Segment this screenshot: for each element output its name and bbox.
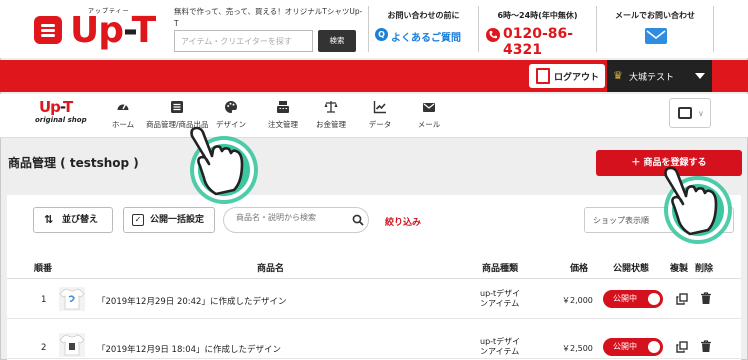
table-header: 順番 商品名 商品種類 価格 公開状態 複製 削除 bbox=[7, 257, 741, 279]
copy-icon[interactable] bbox=[676, 293, 688, 305]
publish-toggle[interactable]: 公開中 bbox=[603, 338, 663, 356]
shop-logo-sub: original shop bbox=[35, 116, 87, 124]
dashboard-icon bbox=[117, 104, 129, 110]
site-search-input[interactable]: アイテム・クリエイターを探す bbox=[174, 30, 313, 52]
nav-home-label: ホーム bbox=[111, 120, 135, 129]
scale-icon bbox=[324, 101, 338, 113]
trash-icon[interactable] bbox=[700, 292, 712, 305]
site-logo[interactable]: アップティー Up-T bbox=[70, 6, 166, 52]
user-menu[interactable]: ♛ 大城テスト bbox=[607, 60, 712, 92]
table-row[interactable]: 2 「2019年12月9日 18:04」に作成したデザイン up-tデザイ ンア… bbox=[7, 321, 741, 359]
tshirt-image bbox=[59, 287, 85, 311]
store-icon bbox=[678, 107, 692, 119]
trash-icon[interactable] bbox=[700, 340, 712, 353]
phone-number: 0120-86-4321 bbox=[503, 26, 574, 58]
product-name[interactable]: 「2019年12月29日 20:42」に作成したデザイン bbox=[97, 295, 286, 307]
site-tagline: 無料で作って、売って、買える！オリジナルTシャツUp-T bbox=[174, 7, 363, 28]
product-price: ￥2,500 bbox=[562, 344, 593, 353]
hamburger-menu-button[interactable] bbox=[34, 16, 62, 44]
row-no: 2 bbox=[41, 343, 47, 353]
phone-icon bbox=[486, 28, 500, 42]
col-header-copy: 複製 bbox=[670, 264, 689, 274]
product-type: up-tデザイ ンアイテム bbox=[480, 289, 521, 308]
list-icon bbox=[171, 101, 183, 113]
product-price: ￥2,000 bbox=[562, 296, 593, 305]
shop-logo[interactable]: Up-T original shop bbox=[33, 98, 89, 128]
col-header-no: 順番 bbox=[34, 264, 53, 274]
page-title: 商品管理 ( testshop ) bbox=[8, 156, 139, 170]
question-icon: Q bbox=[375, 28, 388, 41]
sort-icon: ⇅ bbox=[44, 213, 54, 226]
site-search-button[interactable]: 検索 bbox=[318, 30, 356, 52]
col-header-status: 公開状態 bbox=[613, 264, 650, 274]
publish-status-label: 公開中 bbox=[613, 294, 637, 303]
toggle-knob bbox=[648, 341, 660, 353]
site-header: アップティー Up-T 無料で作って、売って、買える！オリジナルTシャツUp-T… bbox=[0, 0, 748, 58]
palette-icon bbox=[225, 101, 237, 113]
crown-icon: ♛ bbox=[613, 69, 623, 82]
product-thumbnail[interactable] bbox=[59, 285, 85, 313]
nav-mail[interactable]: メール bbox=[398, 100, 460, 132]
register-icon bbox=[277, 101, 289, 113]
mail-contact-title: メールでお問い合わせ bbox=[615, 11, 695, 20]
search-icon bbox=[352, 214, 364, 226]
logout-label: ログアウト bbox=[554, 73, 600, 83]
tap-hand-icon bbox=[190, 126, 258, 204]
user-name: 大城テスト bbox=[629, 73, 675, 83]
tap-hand-icon bbox=[664, 166, 732, 244]
product-panel: ⇅ 並び替え ✓ 公開一括設定 絞り込み ショップ表示順 順番 商品名 商品種類… bbox=[7, 195, 741, 360]
publish-toggle[interactable]: 公開中 bbox=[603, 290, 663, 308]
mail-icon bbox=[423, 103, 435, 112]
row-no: 1 bbox=[41, 295, 47, 305]
product-search-input[interactable] bbox=[236, 213, 346, 222]
phone-hours: 6時〜24時(年中無休) bbox=[497, 11, 578, 20]
faq-link[interactable]: お問い合わせの前に Q よくあるご質問 bbox=[368, 6, 478, 52]
faq-link-label: よくあるご質問 bbox=[391, 33, 461, 44]
mail-contact[interactable]: メールでお問い合わせ bbox=[596, 6, 714, 52]
col-header-delete: 削除 bbox=[695, 264, 714, 274]
table-row[interactable]: 1 「2019年12月29日 20:42」に作成したデザイン up-tデザイ ン… bbox=[7, 281, 741, 319]
shop-switcher-dropdown[interactable]: ∨ bbox=[669, 98, 711, 128]
col-header-name: 商品名 bbox=[257, 264, 285, 274]
faq-title: お問い合わせの前に bbox=[387, 11, 460, 20]
copy-icon[interactable] bbox=[676, 341, 688, 353]
publish-status-label: 公開中 bbox=[613, 342, 637, 351]
chevron-down-icon: ∨ bbox=[698, 109, 704, 118]
tshirt-image bbox=[59, 333, 85, 357]
product-type: up-tデザイ ンアイテム bbox=[480, 337, 521, 356]
caret-down-icon bbox=[695, 73, 705, 79]
phone-contact[interactable]: 6時〜24時(年中無休) 0120-86-4321 bbox=[478, 6, 596, 58]
nav-mail-label: メール bbox=[417, 120, 441, 129]
sort-button-label: 並び替え bbox=[62, 215, 99, 225]
sort-button[interactable]: ⇅ 並び替え bbox=[33, 207, 113, 233]
product-name[interactable]: 「2019年12月9日 18:04」に作成したデザイン bbox=[97, 343, 281, 355]
chart-icon bbox=[373, 101, 386, 114]
col-header-type: 商品種類 bbox=[482, 264, 519, 274]
filter-link[interactable]: 絞り込み bbox=[385, 215, 421, 228]
product-thumbnail[interactable] bbox=[59, 331, 85, 359]
checkbox-icon: ✓ bbox=[132, 214, 144, 226]
logout-icon bbox=[536, 68, 550, 84]
toggle-knob bbox=[648, 293, 660, 305]
envelope-icon bbox=[645, 28, 667, 44]
logout-button[interactable]: ログアウト bbox=[529, 64, 605, 88]
col-header-price: 価格 bbox=[570, 264, 589, 274]
shop-nav: Up-T original shop ホーム 商品管理/商品出品 デザイン 注文… bbox=[0, 94, 748, 138]
nav-home[interactable]: ホーム bbox=[92, 100, 154, 132]
